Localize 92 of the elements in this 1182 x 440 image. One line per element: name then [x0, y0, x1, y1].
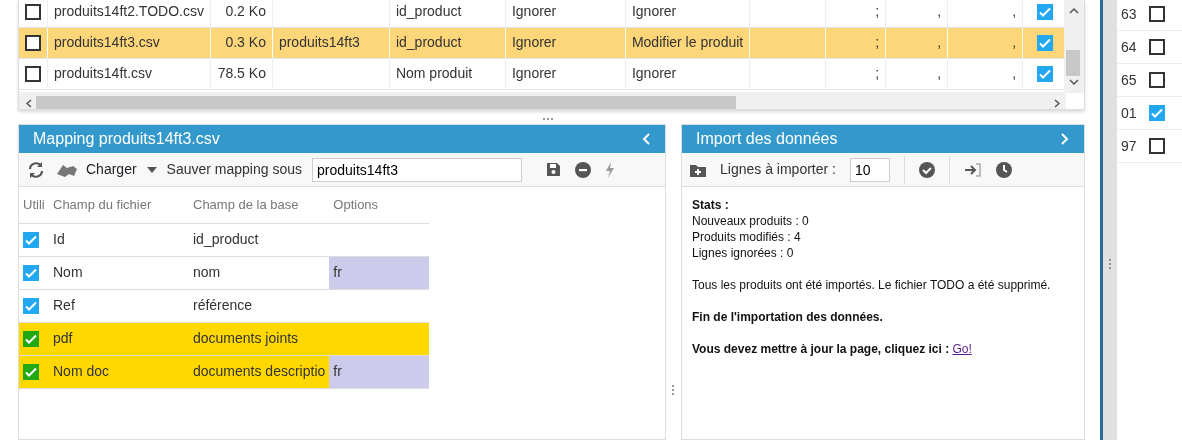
save-label: Sauver mapping sous [166, 160, 302, 179]
checkbox[interactable] [1148, 39, 1165, 55]
table-cell: documents descriptio [193, 363, 326, 379]
table-cell: id_product [395, 34, 462, 50]
file-name: produits14ft2.TODO.csv [54, 2, 204, 19]
table-cell: ; [875, 65, 880, 81]
table-cell: pdf [53, 330, 73, 346]
lines-label: Lignes à importer : [720, 160, 836, 179]
checkbox[interactable] [1037, 35, 1054, 52]
table-cell: Ref [53, 297, 75, 313]
load-button[interactable]: Charger [55, 159, 137, 180]
table-cell: Id [53, 231, 65, 247]
grip-icon[interactable] [1108, 258, 1112, 270]
table-cell: Ignorer [511, 2, 557, 19]
column-header: Champ du fichier [53, 197, 152, 212]
checkbox[interactable] [1037, 4, 1054, 21]
column-header: Options [333, 197, 379, 212]
table-cell: id_product [395, 2, 462, 19]
checkbox[interactable] [23, 298, 39, 315]
table-cell: ; [875, 2, 880, 19]
lightning-icon[interactable] [605, 161, 615, 178]
go-link[interactable]: Go! [952, 342, 972, 356]
checkbox[interactable] [23, 364, 39, 381]
list-label: 64 [1121, 37, 1137, 57]
panel-title: Mapping produits14ft3.csv [33, 129, 220, 149]
column-header: Utili [23, 197, 45, 212]
checkbox[interactable] [23, 265, 39, 282]
option-value: fr [333, 363, 342, 379]
panel-title: Import des données [696, 129, 838, 149]
table-cell: 0.2 Ko [225, 2, 266, 19]
list-label: 65 [1121, 70, 1137, 90]
table-cell: 78.5 Ko [217, 65, 266, 81]
table-cell: Ignorer [511, 34, 557, 50]
table-cell: , [937, 34, 942, 50]
table-cell: , [1012, 2, 1017, 19]
table-cell: Nom doc [53, 363, 110, 379]
collapse-icon[interactable] [641, 132, 651, 146]
checkbox[interactable] [23, 331, 39, 348]
checkbox[interactable] [25, 35, 41, 52]
expand-icon[interactable] [1060, 132, 1070, 146]
table-cell: Ignorer [631, 2, 677, 19]
checkbox[interactable] [23, 232, 39, 249]
caret-icon[interactable] [146, 166, 157, 173]
list-label: 97 [1121, 136, 1137, 156]
file-name: produits14ft3.csv [54, 34, 160, 50]
checkbox[interactable] [1148, 105, 1165, 121]
table-cell: produits14ft3 [278, 34, 360, 50]
checkbox[interactable] [1148, 6, 1165, 22]
list-label: 63 [1121, 4, 1137, 24]
name-field[interactable]: produits14ft3 [312, 157, 522, 182]
checkbox[interactable] [25, 66, 41, 83]
minus-circle-icon[interactable] [575, 161, 591, 178]
list-label: 01 [1121, 103, 1137, 123]
checkbox[interactable] [1037, 66, 1054, 83]
table-cell: Ignorer [631, 65, 677, 81]
table-cell: nom [193, 264, 221, 280]
table-cell: Nom [53, 264, 83, 280]
table-cell: , [1012, 34, 1017, 50]
table-cell: Modifier le produit [631, 34, 744, 50]
lines-field[interactable]: 10 [849, 157, 890, 182]
stats-line: Produits modifiés : 4 [692, 229, 802, 245]
scrollbar[interactable] [1064, 0, 1084, 93]
stats-line: Nouveaux produits : 0 [692, 213, 810, 229]
stats-line: Lignes ignorées : 0 [692, 245, 795, 261]
file-name: produits14ft.csv [54, 65, 153, 81]
table-cell: Nom produit [395, 65, 473, 81]
scrollbar[interactable] [19, 92, 1066, 109]
checkbox[interactable] [1148, 72, 1165, 88]
refresh-icon[interactable] [27, 160, 45, 179]
table-cell: , [1012, 65, 1017, 81]
clock-icon[interactable] [995, 161, 1012, 178]
table-cell: ; [875, 34, 880, 50]
checkbox[interactable] [1148, 138, 1165, 154]
folder-add-icon[interactable] [690, 162, 706, 177]
table-cell: id_product [193, 231, 259, 247]
table-cell: référence [193, 297, 253, 313]
end-message: Fin de l'importation des données. [692, 309, 884, 325]
table-cell: , [937, 65, 942, 81]
status-message: Tous les produits ont été importés. Le fichier TODO a été supprimé. [692, 277, 1052, 293]
table-cell: , [937, 2, 942, 19]
column-header: Champ de la base [193, 197, 299, 212]
check-circle-icon[interactable] [918, 161, 935, 178]
update-message: Vous devez mettre à jour la page, cliquez ici : Go! [692, 341, 973, 357]
table-cell: 0.3 Ko [225, 34, 266, 50]
option-value: fr [333, 264, 342, 280]
sign-in-icon[interactable] [963, 162, 982, 177]
save-icon[interactable] [546, 161, 561, 178]
checkbox[interactable] [25, 4, 41, 21]
stats-title: Stats : [692, 197, 730, 213]
file-row[interactable]: produits14ft3.csv 0.3 Ko produits14ft3 id_product Ignorer Modifier le produit ; , , [19, 27, 1081, 58]
table-cell: Ignorer [511, 65, 557, 81]
table-cell: documents joints [193, 330, 299, 346]
